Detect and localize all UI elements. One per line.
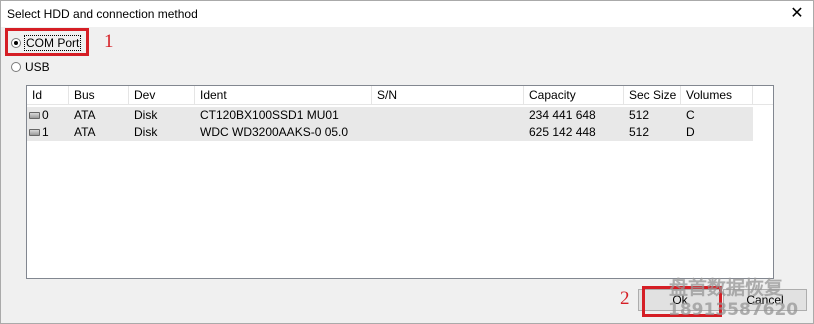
row-capacity: 234 441 648 (529, 108, 596, 122)
annotation-marker-1: 1 (104, 31, 114, 52)
row-sec-size: 512 (629, 108, 650, 122)
row-bus: ATA (74, 125, 96, 139)
row-id-value: 0 (42, 108, 49, 122)
column-header-sec-size[interactable]: Sec Size (624, 86, 681, 104)
close-icon[interactable]: ✕ (787, 4, 807, 24)
column-header-bus[interactable]: Bus (69, 86, 129, 104)
column-header-ident[interactable]: Ident (195, 86, 372, 104)
column-header-id[interactable]: Id (27, 86, 69, 104)
column-header-sn[interactable]: S/N (372, 86, 524, 104)
watermark-text: 盘首数据恢复 (669, 277, 784, 299)
row-id: 1 (27, 124, 69, 141)
usb-radio[interactable] (11, 62, 21, 72)
row-volumes: C (686, 108, 695, 122)
table-row[interactable]: 1 ATA Disk WDC WD3200AAKS-0 05.0 625 142… (27, 124, 753, 141)
table-row[interactable]: 0 ATA Disk CT120BX100SSD1 MU01 234 441 6… (27, 107, 753, 124)
watermark-phone: 18913587620 (668, 300, 799, 320)
row-id: 0 (27, 107, 69, 124)
annotation-box-1 (5, 28, 89, 56)
row-ident: CT120BX100SSD1 MU01 (200, 108, 339, 122)
usb-option[interactable]: USB (11, 60, 50, 74)
hard-disk-icon (29, 129, 40, 137)
row-capacity: 625 142 448 (529, 125, 596, 139)
row-id-value: 1 (42, 125, 49, 139)
dialog-title: Select HDD and connection method (7, 7, 198, 21)
column-header-capacity[interactable]: Capacity (524, 86, 624, 104)
row-dev: Disk (134, 125, 158, 139)
row-sec-size: 512 (629, 125, 650, 139)
disk-table: Id Bus Dev Ident S/N Capacity Sec Size V… (26, 85, 774, 279)
annotation-marker-2: 2 (620, 288, 630, 309)
table-header: Id Bus Dev Ident S/N Capacity Sec Size V… (27, 86, 773, 105)
row-dev: Disk (134, 108, 158, 122)
usb-label[interactable]: USB (25, 60, 50, 74)
row-bus: ATA (74, 108, 96, 122)
hard-disk-icon (29, 112, 40, 120)
row-ident: WDC WD3200AAKS-0 05.0 (200, 125, 349, 139)
row-sn (372, 107, 524, 124)
column-header-dev[interactable]: Dev (129, 86, 195, 104)
title-bar: Select HDD and connection method ✕ (1, 1, 813, 27)
row-sn (372, 124, 524, 141)
row-volumes: D (686, 125, 695, 139)
column-header-volumes[interactable]: Volumes (681, 86, 753, 104)
dialog-window: Select HDD and connection method ✕ COM P… (0, 0, 814, 324)
